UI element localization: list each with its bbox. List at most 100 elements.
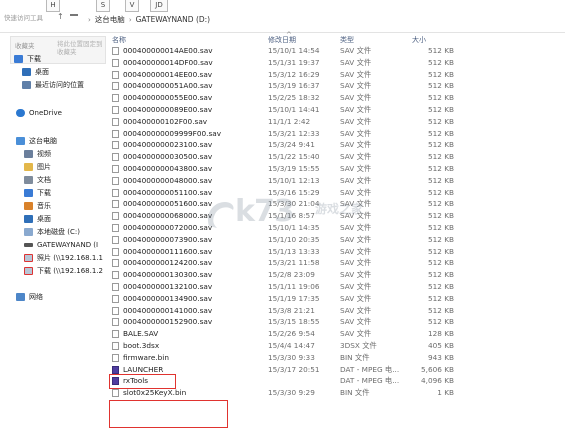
file-row[interactable]: 0004000000048000.sav 15/10/1 12:13 SAV 文件 5… <box>104 175 565 187</box>
file-name: 0004000000089E00.sav <box>123 105 213 114</box>
sidebar-item-label: GATEWAYNAND (I <box>37 241 99 249</box>
column-type[interactable]: 类型 <box>340 35 354 45</box>
highlight-box-rxtools-slot0x25 <box>109 400 228 428</box>
column-size[interactable]: 大小 <box>412 35 426 45</box>
file-icon <box>112 165 119 173</box>
file-type: SAV 文件 <box>340 140 372 150</box>
file-icon <box>112 294 119 303</box>
column-name[interactable]: 名称 <box>112 35 126 45</box>
sidebar-item-photos-share[interactable]: 照片 (\\192.168.1.1 <box>24 252 104 264</box>
downloads-folder-icon <box>24 189 33 197</box>
file-row[interactable]: 0004000000043800.sav 15/3/19 15:55 SAV 文件 5… <box>104 163 565 175</box>
chevron-right-icon: › <box>88 15 91 24</box>
file-icon <box>112 70 119 79</box>
file-row[interactable]: 0004000000055E00.sav 15/2/25 18:32 SAV 文件 5… <box>104 92 565 104</box>
file-row[interactable]: 0004000000111600.sav 15/1/13 13:33 SAV 文件 5… <box>104 246 565 258</box>
column-date[interactable]: 修改日期 <box>268 35 296 45</box>
file-date: 15/10/1 14:41 <box>268 105 320 114</box>
desktop-folder-icon <box>24 215 33 223</box>
quick-access-toolbar: 快速访问工具 <box>4 14 43 22</box>
file-icon <box>112 342 119 350</box>
file-icon <box>112 271 119 280</box>
file-type: SAV 文件 <box>340 57 372 67</box>
application-icon <box>112 365 119 374</box>
file-icon <box>112 153 119 162</box>
tooltip-title: 收藏夹 <box>15 42 35 50</box>
file-row[interactable]: 0004000000132100.sav 15/1/11 19:06 SAV 文件 5… <box>104 281 565 293</box>
documents-folder-icon <box>24 176 33 184</box>
file-name: 0004000000068000.sav <box>123 211 213 221</box>
file-size: 512 KB <box>427 140 454 150</box>
file-name: 0004000000030500.sav <box>123 152 213 162</box>
ribbon-key-share[interactable]: S <box>96 0 110 12</box>
file-row[interactable]: 0004000000073900.sav 15/1/10 20:35 SAV 文件 5… <box>104 234 565 246</box>
file-type: SAV 文件 <box>340 116 372 126</box>
file-name: 000400000014AE00.sav <box>123 46 213 55</box>
this-pc-icon <box>16 137 25 145</box>
up-arrow-icon[interactable]: ↑ <box>57 12 64 21</box>
file-type: SAV 文件 <box>340 175 372 185</box>
file-name: 0004000000130300.sav <box>123 270 213 280</box>
music-folder-icon <box>24 202 33 210</box>
sidebar-item-label: 桌面 <box>35 68 49 76</box>
file-name: 0004000000051A00.sav <box>123 81 213 91</box>
file-row[interactable]: 000400000014DF00.sav 15/1/31 19:37 SAV 文件 5… <box>104 57 565 69</box>
file-name: 0004000000051600.sav <box>123 199 213 209</box>
file-row[interactable]: 000400000014AE00.sav 15/10/1 14:54 SAV 文件 5… <box>104 45 565 57</box>
file-type: SAV 文件 <box>340 282 372 291</box>
file-type: SAV 文件 <box>340 152 372 162</box>
file-row[interactable]: 0004000000152900.sav 15/3/15 18:55 SAV 文件 5… <box>104 316 565 328</box>
breadcrumb-this-pc[interactable]: 这台电脑 <box>95 14 125 25</box>
file-row[interactable]: 000400000009999F00.sav 15/3/21 12:33 SAV 文… <box>104 128 565 140</box>
file-type: SAV 文件 <box>340 164 372 173</box>
file-size: 512 KB <box>427 152 454 162</box>
file-row[interactable]: 0004000000051600.sav 15/3/30 21:04 SAV 文件 5… <box>104 198 565 210</box>
file-row[interactable]: 000400000014EE00.sav 15/3/12 16:29 SAV 文件 5… <box>104 69 565 81</box>
file-type: SAV 文件 <box>340 234 372 244</box>
ribbon-key-home[interactable]: H <box>46 0 60 12</box>
file-name: 0004000000072000.sav <box>123 223 213 232</box>
back-bar-icon[interactable] <box>70 14 78 20</box>
file-row[interactable]: 0004000000051A00.sav 15/3/19 16:37 SAV 文件 5… <box>104 80 565 92</box>
file-type: SAV 文件 <box>340 305 372 315</box>
sidebar-item-downloads-share[interactable]: 下载 (\\192.168.1.2 <box>24 265 104 277</box>
file-date: 15/2/26 9:54 <box>268 329 315 339</box>
file-type: SAV 文件 <box>340 105 372 114</box>
file-row[interactable]: firmware.bin 15/3/30 9:33 BIN 文件 943 KB <box>104 352 565 364</box>
file-type: SAV 文件 <box>340 211 372 221</box>
file-row[interactable]: 0004000000124200.sav 15/3/21 11:58 SAV 文件 5… <box>104 257 565 269</box>
file-row[interactable]: boot.3dsx 15/4/4 14:47 3DSX 文件 405 KB <box>104 340 565 352</box>
sidebar-item-downloads-fav[interactable]: 下载 <box>14 53 118 65</box>
file-icon <box>112 306 119 315</box>
file-row[interactable]: 0004000000023100.sav 15/3/24 9:41 SAV 文件 51… <box>104 139 565 151</box>
file-row[interactable]: 000400000102F00.sav 11/1/1 2:42 SAV 文件 512 … <box>104 116 565 128</box>
file-name: BALE.SAV <box>123 329 159 339</box>
ribbon-key-view[interactable]: V <box>125 0 139 12</box>
file-row[interactable]: 0004000000130300.sav 15/2/8 23:09 SAV 文件 51… <box>104 269 565 281</box>
breadcrumb-drive[interactable]: GATEWAYNAND (D:) <box>136 15 210 24</box>
network-drive-icon <box>24 254 33 262</box>
file-row[interactable]: 0004000000030500.sav 15/1/22 15:40 SAV 文件 5… <box>104 151 565 163</box>
file-row[interactable]: BALE.SAV 15/2/26 9:54 SAV 文件 128 KB <box>104 328 565 340</box>
videos-folder-icon <box>24 150 33 158</box>
file-row[interactable]: 0004000000051100.sav 15/3/16 15:29 SAV 文件 5… <box>104 187 565 199</box>
file-row[interactable]: 0004000000134900.sav 15/1/19 17:35 SAV 文件 5… <box>104 293 565 305</box>
file-row[interactable]: 0004000000068000.sav 15/1/16 8:57 SAV 文件 51… <box>104 210 565 222</box>
file-date: 15/3/8 21:21 <box>268 305 315 315</box>
file-row[interactable]: 0004000000072000.sav 15/10/1 14:35 SAV 文件 5… <box>104 222 565 234</box>
breadcrumb[interactable]: › 这台电脑 › GATEWAYNAND (D:) <box>88 14 210 25</box>
file-date: 15/1/22 15:40 <box>268 152 320 162</box>
file-row[interactable]: 0004000000089E00.sav 15/10/1 14:41 SAV 文件 5… <box>104 104 565 116</box>
sidebar-item-label: 最近访问的位置 <box>35 81 84 89</box>
file-date: 15/1/19 17:35 <box>268 293 320 303</box>
file-name: 0004000000132100.sav <box>123 282 213 291</box>
file-size: 512 KB <box>427 258 454 268</box>
file-size: 512 KB <box>427 105 454 114</box>
file-icon <box>112 58 119 67</box>
ribbon-key-drive-tools[interactable]: JD <box>150 0 168 12</box>
sidebar-item-label: 网络 <box>29 293 43 301</box>
file-row[interactable]: 0004000000141000.sav 15/3/8 21:21 SAV 文件 51… <box>104 305 565 317</box>
file-type: SAV 文件 <box>340 329 372 339</box>
title-bar: H S V JD 快速访问工具 ↑ › 这台电脑 › GATEWAYNAND (… <box>0 0 565 33</box>
sidebar-item-gatewaynand[interactable]: GATEWAYNAND (I <box>24 239 104 251</box>
